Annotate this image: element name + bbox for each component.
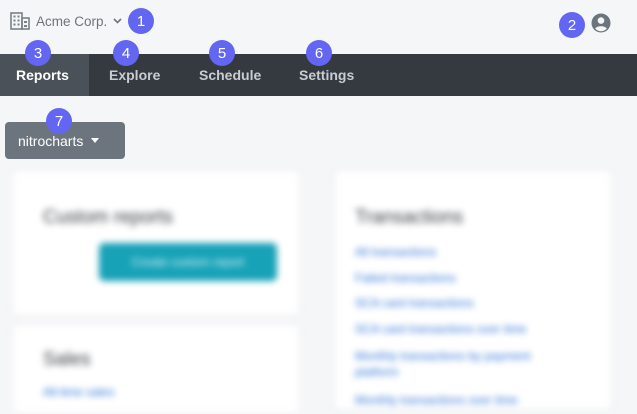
annotation-badge: 2 (559, 12, 585, 38)
link-sca-card-transactions[interactable]: SCA card transactions (355, 296, 474, 310)
sales-title: Sales (43, 349, 91, 370)
org-switcher[interactable]: Acme Corp. (10, 12, 122, 30)
custom-reports-title: Custom reports (43, 207, 173, 228)
transactions-title: Transactions (355, 207, 464, 228)
user-circle-icon[interactable] (591, 13, 611, 33)
link-sca-card-transactions-over-time[interactable]: SCA card transactions over time (355, 322, 526, 336)
annotation-badge: 7 (46, 108, 72, 134)
link-all-time-sales[interactable]: All-time sales (43, 385, 114, 399)
annotation-badge: 4 (113, 40, 139, 66)
project-dropdown-label: nitrocharts (18, 132, 84, 149)
transactions-card: Transactions All transactions Failed tra… (334, 170, 612, 410)
create-custom-report-button[interactable]: Create custom report (99, 243, 277, 281)
annotation-badge: 5 (209, 40, 235, 66)
caret-down-icon (91, 138, 100, 143)
annotation-badge: 1 (128, 8, 154, 34)
sales-card: Sales All-time sales (12, 324, 300, 414)
building-icon (10, 12, 30, 30)
link-monthly-transactions-by-platform[interactable]: Monthly transactions by payment platform (355, 348, 575, 380)
blurred-dashboard: Custom reports Create custom report Sale… (0, 160, 637, 414)
chevron-down-icon (113, 18, 122, 24)
org-name: Acme Corp. (36, 13, 108, 29)
link-failed-transactions[interactable]: Failed transactions (355, 271, 456, 285)
link-monthly-transactions-over-time[interactable]: Monthly transactions over time (355, 393, 518, 407)
annotation-badge: 6 (306, 40, 332, 66)
link-all-transactions[interactable]: All transactions (355, 245, 436, 259)
annotation-badge: 3 (25, 40, 51, 66)
custom-reports-card: Custom reports Create custom report (12, 170, 300, 316)
